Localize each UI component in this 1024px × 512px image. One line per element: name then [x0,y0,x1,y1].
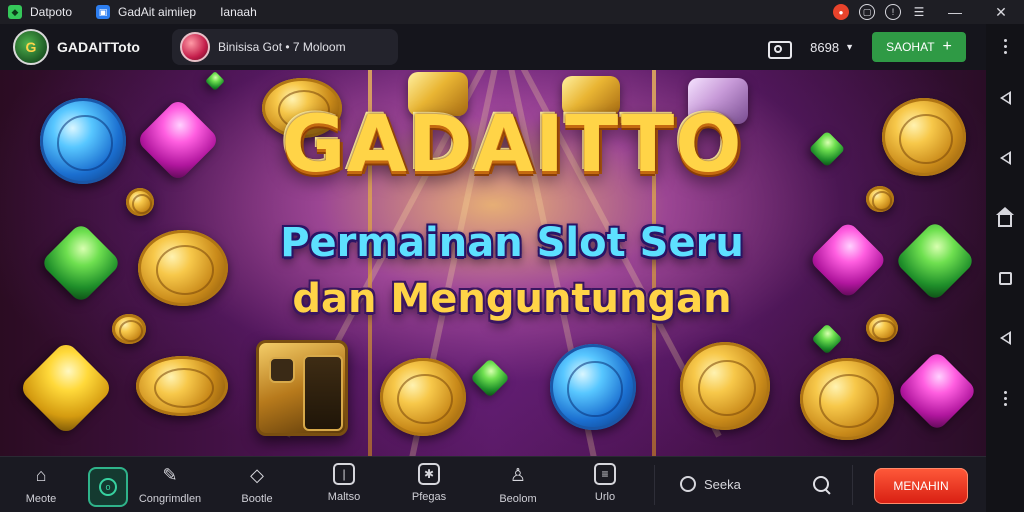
divider [654,465,655,505]
cta-button[interactable]: MENAHIN [874,468,968,504]
green-gem-icon [811,323,843,355]
radio-icon [680,476,696,492]
gift-icon: ✱ [418,463,440,485]
divider [852,465,853,505]
promo-text: Binisisa Got • 7 Moloom [218,40,346,54]
search-field[interactable]: Seeka [680,476,741,492]
close-icon[interactable]: ✕ [978,0,1024,24]
plus-icon: + [942,38,952,55]
avatar [180,32,210,62]
sliders-icon[interactable]: ☰ [906,0,932,24]
blue-coin-icon [550,344,636,430]
gold-coin-icon [136,356,228,416]
gold-coin-icon [380,358,466,436]
gold-coin-icon [800,358,894,440]
hero-banner[interactable]: GADAITTO Permainan Slot Seru dan Mengunt… [0,70,986,456]
nav-item-label: Beolom [499,493,537,505]
nav-item-pfegas[interactable]: ✱ Pfegas [394,463,464,511]
minimize-icon[interactable]: — [932,0,978,24]
blue-app-icon: ▣ [96,5,111,19]
nav-item-label: Meote [25,493,57,505]
pink-gem-icon [895,349,979,433]
titlebar-tab-label: GadAit aimiiep [118,5,197,19]
recent-icon[interactable] [986,248,1024,308]
home-icon[interactable] [986,188,1024,248]
list-icon: ≡ [594,463,616,485]
register-button[interactable]: SAOHAT + [872,32,966,62]
app-header: G GADAITToto Binisisa Got • 7 Moloom 869… [0,24,986,70]
titlebar-tab-ianaah[interactable]: Ianaah [220,5,257,19]
titlebar-tab-label: Ianaah [220,5,257,19]
nav-item-bootle[interactable]: ◇ Bootle [222,463,292,511]
record-icon[interactable]: ● [828,0,854,24]
treasure-chest-icon [256,340,348,436]
settings-circle-icon[interactable]: ▢ [854,0,880,24]
register-label: SAOHAT [886,40,935,54]
back-icon[interactable] [986,68,1024,128]
chevron-down-icon[interactable]: ▼ [845,42,854,52]
app-name: GADAITToto [57,39,140,55]
tag-icon: ◇ [250,464,264,485]
promo-banner[interactable]: Binisisa Got • 7 Moloom [172,29,398,65]
info-circle-icon[interactable]: ! [880,0,906,24]
green-gem-icon [470,358,510,398]
bottom-navigation: ⌂ Meote o ✎ Congrimdlen ◇ Bootle | Malts… [0,456,986,512]
balance-value[interactable]: 8698 [810,40,839,55]
banner-tagline: dan Menguntungan [292,276,732,322]
back-icon[interactable] [986,128,1024,188]
circle-icon: o [99,478,117,496]
card-icon: | [333,463,355,485]
nav-item-congrimdlen[interactable]: ✎ Congrimdlen [135,463,205,511]
gold-coin-icon [126,188,154,216]
gold-coin-icon [680,342,770,430]
nav-item-label: Bootle [241,493,273,505]
search-label: Seeka [704,476,741,492]
green-app-icon: ◆ [8,5,22,19]
nav-item-label: Congrimdlen [138,493,202,505]
banner-headline: GADAITTO [0,100,986,190]
dots-icon[interactable] [986,24,1024,68]
app-logo[interactable]: G [13,29,49,65]
nav-item-label: Maltso [327,491,361,503]
nav-item-urlo[interactable]: ≡ Urlo [570,463,640,511]
banner-tagline: Permainan Slot Seru [280,220,744,266]
search-icon[interactable] [812,475,832,495]
nav-active-button[interactable]: o [88,467,128,507]
home-icon: ⌂ [35,464,47,485]
nav-item-beolom[interactable]: ♙ Beolom [483,463,553,511]
nav-item-label: Pfegas [411,491,447,503]
titlebar-tab-datpoto[interactable]: ◆ Datpoto [8,5,72,19]
yellow-gem-icon [17,339,115,437]
back-icon[interactable] [986,308,1024,368]
window-titlebar: ◆ Datpoto ▣ GadAit aimiiep Ianaah ● ▢ ! … [0,0,1024,24]
titlebar-tab-label: Datpoto [30,5,73,19]
feather-icon: ✎ [162,464,178,485]
green-gem-icon [205,71,225,91]
nav-item-home[interactable]: ⌂ Meote [6,463,76,511]
brand-title: GADAITTO [281,100,743,190]
titlebar-tab-gadait[interactable]: ▣ GadAit aimiiep [96,5,196,19]
android-sidebar [986,24,1024,512]
more-icon[interactable] [986,368,1024,428]
nav-item-label: Urlo [594,491,616,503]
nav-item-maltso[interactable]: | Maltso [309,463,379,511]
camera-icon[interactable] [766,38,793,59]
person-icon: ♙ [509,464,527,485]
